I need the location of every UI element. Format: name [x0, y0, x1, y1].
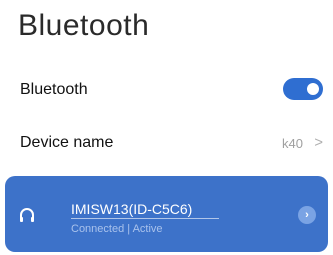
chevron-right-icon: > [314, 134, 323, 151]
device-name-value: k40 [282, 136, 303, 151]
headphones-icon [18, 206, 36, 224]
page-title: Bluetooth [18, 9, 150, 42]
bluetooth-toggle-row[interactable]: Bluetooth [0, 70, 333, 110]
bluetooth-toggle-switch[interactable] [283, 78, 323, 100]
bluetooth-label: Bluetooth [20, 81, 88, 98]
device-name: IMISW13(ID-C5C6) [71, 201, 193, 217]
connected-device-card[interactable]: IMISW13(ID-C5C6) Connected | Active › [5, 176, 328, 252]
toggle-knob [307, 83, 319, 95]
device-details-chevron-icon[interactable]: › [298, 206, 316, 224]
device-status: Connected | Active [71, 223, 163, 235]
device-name-underline [71, 218, 219, 219]
device-name-row[interactable]: Device name k40 > [0, 123, 333, 163]
device-name-label: Device name [20, 134, 114, 151]
